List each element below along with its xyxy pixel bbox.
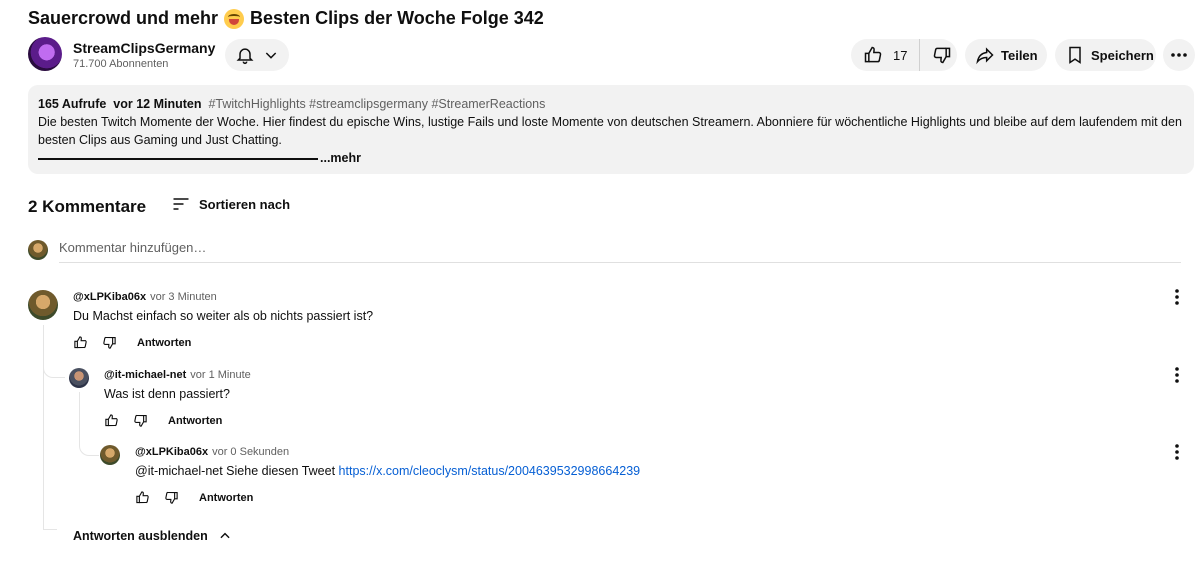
notification-button[interactable] — [225, 39, 289, 71]
show-more-link[interactable]: ...mehr — [320, 151, 361, 165]
bookmark-icon — [1065, 45, 1085, 65]
thumb-down-icon[interactable] — [164, 490, 179, 505]
reply-button[interactable]: Antworten — [168, 415, 222, 427]
more-actions-button[interactable] — [1163, 39, 1195, 71]
more-vertical-icon[interactable] — [1174, 288, 1180, 306]
comment-time: vor 0 Sekunden — [212, 446, 290, 458]
comment-count: 2 Kommentare — [28, 197, 147, 216]
share-label: Teilen — [1001, 47, 1038, 63]
description-text: Die besten Twitch Momente der Woche. Hie… — [38, 115, 1182, 147]
more-vertical-icon[interactable] — [1174, 366, 1180, 384]
save-button[interactable]: Speichern — [1055, 39, 1156, 71]
save-label: Speichern — [1091, 47, 1154, 63]
thumb-down-icon[interactable] — [102, 335, 117, 350]
thumb-down-icon — [932, 45, 952, 65]
upload-time: vor 12 Minuten — [113, 97, 202, 111]
thumb-down-icon[interactable] — [133, 413, 148, 428]
like-button[interactable]: 17 — [851, 39, 921, 71]
thread-line — [79, 392, 80, 442]
comment-text: @it-michael-net Siehe diesen Tweet https… — [135, 464, 640, 478]
description-box[interactable]: 165 Aufrufe vor 12 Minuten #TwitchHighli… — [28, 85, 1194, 174]
chevron-up-icon — [218, 529, 232, 543]
reply-connector — [79, 440, 99, 456]
comment-avatar[interactable] — [69, 368, 89, 388]
more-horizontal-icon — [1170, 52, 1188, 58]
channel-name[interactable]: StreamClipsGermany — [73, 40, 215, 56]
like-count: 17 — [893, 47, 908, 63]
comment-text: Du Machst einfach so weiter als ob nicht… — [73, 309, 374, 323]
comment-text-content: @it-michael-net Siehe diesen Tweet — [135, 464, 336, 478]
comment-author: @xLPKiba06x vor 0 Sekunden — [135, 446, 289, 458]
reply-connector — [43, 360, 65, 378]
sort-label: Sortieren nach — [199, 196, 291, 212]
comment-text: Was ist denn passiert? — [104, 387, 230, 401]
laughing-emoji-icon — [224, 8, 245, 29]
comment-avatar[interactable] — [28, 290, 58, 320]
share-button[interactable]: Teilen — [965, 39, 1047, 71]
sort-button[interactable]: Sortieren nach — [171, 194, 290, 214]
avatar — [28, 240, 48, 260]
author-handle[interactable]: @it-michael-net — [104, 369, 186, 381]
share-icon — [975, 45, 995, 65]
video-title-text: Sauercrowd und mehr — [28, 8, 219, 28]
author-handle[interactable]: @xLPKiba06x — [135, 446, 208, 458]
comment-author: @xLPKiba06x vor 3 Minuten — [73, 291, 217, 303]
like-dislike-group: 17 — [851, 39, 957, 71]
hide-replies-button[interactable]: Antworten ausblenden — [73, 529, 232, 543]
add-comment-input[interactable]: Kommentar hinzufügen… — [59, 240, 1181, 263]
chevron-down-icon — [263, 47, 279, 63]
reply-button[interactable]: Antworten — [199, 492, 253, 504]
hashtags[interactable]: #TwitchHighlights #streamclipsgermany #S… — [208, 97, 545, 111]
description-divider — [38, 157, 318, 160]
comment-actions: Antworten — [135, 490, 253, 505]
comment-time: vor 1 Minute — [190, 369, 251, 381]
video-title: Sauercrowd und mehr Besten Clips der Woc… — [28, 8, 544, 29]
tweet-link[interactable]: https://x.com/cleoclysm/status/200463953… — [339, 464, 641, 478]
comment-avatar[interactable] — [100, 445, 120, 465]
thumb-up-icon — [863, 45, 883, 65]
comment-time: vor 3 Minuten — [150, 291, 217, 303]
thumb-up-icon[interactable] — [73, 335, 88, 350]
view-count: 165 Aufrufe — [38, 97, 107, 111]
thread-line — [43, 325, 44, 530]
dislike-button[interactable] — [920, 39, 964, 71]
author-handle[interactable]: @xLPKiba06x — [73, 291, 146, 303]
subscriber-count: 71.700 Abonnenten — [73, 58, 169, 70]
bell-icon — [235, 45, 255, 65]
thumb-up-icon[interactable] — [104, 413, 119, 428]
more-vertical-icon[interactable] — [1174, 443, 1180, 461]
video-title-suffix: Besten Clips der Woche Folge 342 — [250, 8, 544, 28]
hide-replies-label: Antworten ausblenden — [73, 529, 208, 543]
thread-connector — [43, 529, 57, 530]
channel-avatar[interactable] — [28, 37, 62, 71]
comment-author: @it-michael-net vor 1 Minute — [104, 369, 251, 381]
thumb-up-icon[interactable] — [135, 490, 150, 505]
comment-actions: Antworten — [104, 413, 222, 428]
reply-button[interactable]: Antworten — [137, 337, 191, 349]
comment-actions: Antworten — [73, 335, 191, 350]
sort-icon — [171, 194, 191, 214]
